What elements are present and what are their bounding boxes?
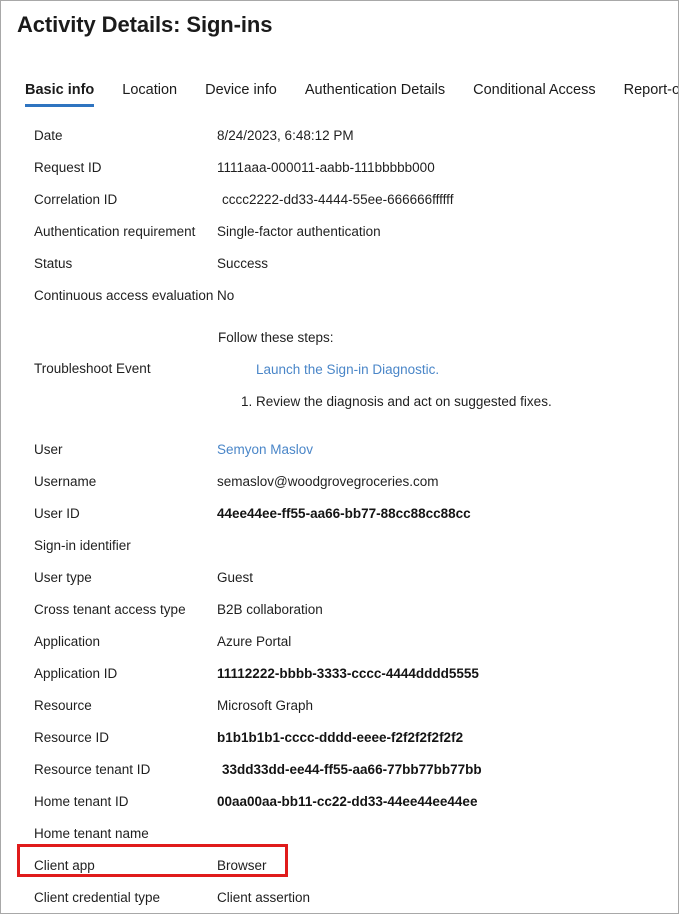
detail-row-value: Azure Portal xyxy=(217,633,292,649)
detail-row-value: No xyxy=(217,287,235,303)
detail-row-value: 8/24/2023, 6:48:12 PM xyxy=(217,127,354,143)
detail-row: Status Success xyxy=(1,247,678,279)
tab-label: Device info xyxy=(205,82,277,98)
detail-row: Cross tenant access type B2B collaboratio… xyxy=(1,593,678,625)
tab-authentication-details[interactable]: Authentication Details xyxy=(305,82,445,107)
detail-row-label: Date xyxy=(34,127,63,143)
detail-row: Home tenant ID 00aa00aa-bb11-cc22-dd33-44… xyxy=(1,785,678,817)
tab-label: Location xyxy=(122,82,178,98)
detail-row: Correlation ID cccc2222-dd33-4444-55ee-66… xyxy=(1,183,678,215)
detail-row-value: Guest xyxy=(217,569,254,585)
tab-label: Authentication Details xyxy=(304,82,446,98)
detail-row: Application ID 11112222-bbbb-3333-cccc-44… xyxy=(1,657,678,689)
detail-row: Continuous access evaluation No xyxy=(1,279,678,311)
detail-row: Client app Browser xyxy=(1,849,678,881)
troubleshoot-label: Troubleshoot Event xyxy=(34,361,151,376)
detail-row: Authentication requirement Single-factor … xyxy=(1,215,678,247)
detail-row: Home tenant name xyxy=(1,817,678,849)
detail-row-value: 00aa00aa-bb11-cc22-dd33-44ee44ee44ee xyxy=(217,793,478,809)
detail-row: User Semyon Maslov xyxy=(1,433,678,465)
tab-active-underline xyxy=(25,104,95,107)
detail-row-value: Browser xyxy=(217,857,267,873)
tab-label: Report-only xyxy=(623,82,679,98)
detail-row-label: Status xyxy=(34,255,73,271)
detail-row-label: Home tenant ID xyxy=(34,793,129,809)
launch-signin-diagnostic-link[interactable]: Launch the Sign-in Diagnostic. xyxy=(256,362,439,377)
tab-bar: Basic info Location Device info Authenticat… xyxy=(25,82,679,114)
detail-row: Resource ID b1b1b1b1-cccc-dddd-eeee-f2f2f… xyxy=(1,721,678,753)
detail-row: User type Guest xyxy=(1,561,678,593)
detail-row-label: Sign-in identifier xyxy=(34,537,131,553)
detail-row-label: Client credential type xyxy=(34,889,161,905)
detail-row-value: Client assertion xyxy=(217,889,311,905)
detail-row-label: Request ID xyxy=(34,159,102,175)
detail-row: Request ID 1111aaa-000011-aabb-111bbbbb00… xyxy=(1,151,678,183)
tab-basic-info[interactable]: Basic info xyxy=(25,82,95,107)
activity-details-panel: Activity Details: Sign-ins Basic info Loc… xyxy=(0,0,679,914)
detail-row-value: 1111aaa-000011-aabb-111bbbbb000 xyxy=(217,159,435,175)
troubleshoot-intro: Follow these steps: xyxy=(218,330,334,345)
detail-row: User ID 44ee44ee-ff55-aa66-bb77-88cc88cc8… xyxy=(1,497,678,529)
detail-row-label: Continuous access evaluation xyxy=(34,287,214,303)
tab-conditional-access[interactable]: Conditional Access xyxy=(473,82,596,107)
detail-row: Date 8/24/2023, 6:48:12 PM xyxy=(1,119,678,151)
detail-row-value: Microsoft Graph xyxy=(217,697,314,713)
detail-row-value: B2B collaboration xyxy=(217,601,323,617)
detail-rows-top: Date 8/24/2023, 6:48:12 PM Request ID 1111a… xyxy=(1,119,678,311)
page-title: Activity Details: Sign-ins xyxy=(17,12,273,37)
detail-row-label: User xyxy=(34,441,63,457)
detail-row-value: semaslov@woodgrovegroceries.com xyxy=(217,473,439,489)
troubleshoot-step-1: 1. Review the diagnosis and act on sugge… xyxy=(241,394,552,409)
detail-row-label: User type xyxy=(34,569,92,585)
tab-label: Basic info xyxy=(25,82,95,98)
detail-row-value: Single-factor authentication xyxy=(217,223,381,239)
detail-row-label: Resource tenant ID xyxy=(34,761,151,777)
detail-row-value: b1b1b1b1-cccc-dddd-eeee-f2f2f2f2f2f2 xyxy=(217,729,464,745)
troubleshoot-event-row: Troubleshoot Event Follow these steps: L… xyxy=(1,323,678,421)
detail-row-value: 11112222-bbbb-3333-cccc-4444dddd5555 xyxy=(217,665,479,681)
tab-location[interactable]: Location xyxy=(122,82,177,107)
detail-row-value: 33dd33dd-ee44-ff55-aa66-77bb77bb77bb xyxy=(222,761,482,777)
detail-row-label: Authentication requirement xyxy=(34,223,196,239)
tab-device-info[interactable]: Device info xyxy=(205,82,277,107)
detail-row-label: Client app xyxy=(34,857,95,873)
detail-row-value: Success xyxy=(217,255,269,271)
detail-row-label: Cross tenant access type xyxy=(34,601,186,617)
detail-row-label: Resource xyxy=(34,697,92,713)
detail-rows-bottom: User Semyon Maslov Username semaslov@woodgr… xyxy=(1,433,678,913)
detail-row-label: User ID xyxy=(34,505,80,521)
detail-row-label: Username xyxy=(34,473,97,489)
detail-row-label: Resource ID xyxy=(34,729,110,745)
tab-label: Conditional Access xyxy=(473,82,596,98)
detail-row: Resource tenant ID 33dd33dd-ee44-ff55-aa6… xyxy=(1,753,678,785)
detail-row-value-link[interactable]: Semyon Maslov xyxy=(217,442,313,457)
detail-row: Username semaslov@woodgrovegroceries.com xyxy=(1,465,678,497)
detail-row-label: Application xyxy=(34,633,101,649)
tab-report-only[interactable]: Report-only xyxy=(623,82,679,107)
detail-row-value: cccc2222-dd33-4444-55ee-666666ffffff xyxy=(222,191,454,207)
detail-row: Application Azure Portal xyxy=(1,625,678,657)
detail-row: Client credential type Client assertion xyxy=(1,881,678,913)
detail-row: Sign-in identifier xyxy=(1,529,678,561)
detail-row-label: Home tenant name xyxy=(34,825,149,841)
detail-row-label: Correlation ID xyxy=(34,191,118,207)
detail-row-value: 44ee44ee-ff55-aa66-bb77-88cc88cc88cc xyxy=(217,505,471,521)
detail-row: Resource Microsoft Graph xyxy=(1,689,678,721)
detail-row-label: Application ID xyxy=(34,665,118,681)
